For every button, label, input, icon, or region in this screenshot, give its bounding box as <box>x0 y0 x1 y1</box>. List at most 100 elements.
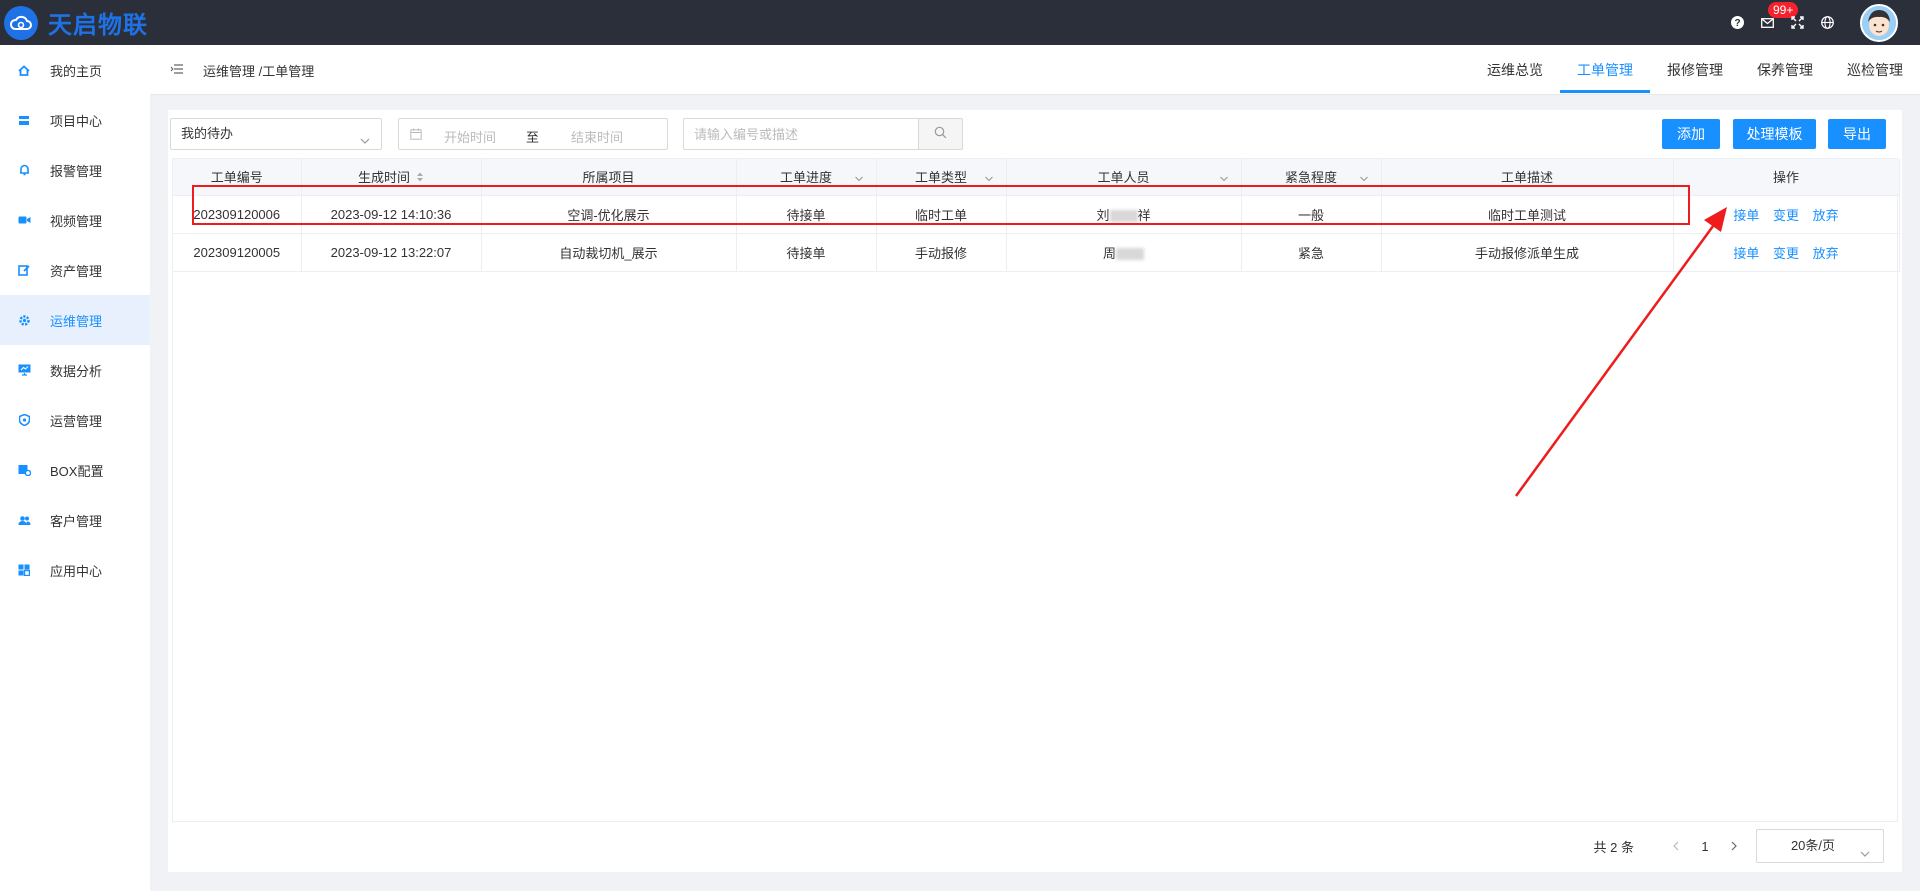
sidebar-item-analytics[interactable]: 数据分析 <box>0 345 150 395</box>
sidebar-item-home[interactable]: 我的主页 <box>0 45 150 95</box>
export-button[interactable]: 导出 <box>1828 119 1886 149</box>
sidebar-item-label: 运营管理 <box>50 413 103 429</box>
search-icon <box>934 126 947 142</box>
column-header-project: 所属项目 <box>481 159 737 196</box>
column-header-urgency[interactable]: 紧急程度 <box>1241 159 1382 196</box>
table-header-row: 工单编号 生成时间 所属项目 工单进度 工单类型 工单人员 紧急程度 工单描述 … <box>173 159 1900 196</box>
search-input[interactable] <box>683 118 919 150</box>
content-panel: 我的待办 开始时间 至 结束时间 添加 处理模板 导出 工单编号 生成时间 所属… <box>168 110 1902 872</box>
sidebar-item-box-config[interactable]: BOX配置 <box>0 445 150 495</box>
menu-fold-icon[interactable] <box>170 62 184 76</box>
sidebar-item-label: 客户管理 <box>50 513 103 529</box>
help-icon[interactable]: ? <box>1722 0 1752 45</box>
globe-icon[interactable] <box>1812 0 1842 45</box>
sidebar-item-label: 数据分析 <box>50 363 103 379</box>
prev-page-icon[interactable] <box>1662 841 1690 851</box>
tab-maintenance[interactable]: 保养管理 <box>1740 45 1830 95</box>
sidebar-item-operations[interactable]: 运维管理 <box>0 295 150 345</box>
cell-desc: 手动报修派单生成 <box>1381 233 1674 272</box>
module-tabs: 运维总览 工单管理 报修管理 保养管理 巡检管理 <box>1470 45 1920 95</box>
person-name-end: 祥 <box>1137 207 1151 223</box>
person-name-start: 刘 <box>1096 207 1110 223</box>
sidebar-item-customers[interactable]: 客户管理 <box>0 495 150 545</box>
cell-desc: 临时工单测试 <box>1381 195 1674 234</box>
app-name: 天启物联 <box>48 12 148 39</box>
bell-icon <box>17 163 31 177</box>
table-row[interactable]: 202309120005 2023-09-12 13:22:07 自动裁切机_展… <box>173 233 1900 272</box>
tab-work-orders[interactable]: 工单管理 <box>1560 45 1650 95</box>
filter-chevron-icon[interactable] <box>1359 172 1369 187</box>
abandon-link[interactable]: 放弃 <box>1813 208 1839 223</box>
tab-inspection[interactable]: 巡检管理 <box>1830 45 1920 95</box>
template-button[interactable]: 处理模板 <box>1733 119 1816 149</box>
date-range-picker[interactable]: 开始时间 至 结束时间 <box>398 118 668 150</box>
cell-actions: 接单 变更 放弃 <box>1673 233 1900 272</box>
users-icon <box>17 513 31 527</box>
column-header-person[interactable]: 工单人员 <box>1006 159 1242 196</box>
scope-select[interactable]: 我的待办 <box>170 118 382 150</box>
date-end-placeholder[interactable]: 结束时间 <box>571 127 623 146</box>
filter-chevron-icon[interactable] <box>1219 172 1229 187</box>
change-link[interactable]: 变更 <box>1773 246 1799 261</box>
table-row[interactable]: 202309120006 2023-09-12 14:10:36 空调-优化展示… <box>173 195 1900 234</box>
box-settings-icon <box>17 463 31 477</box>
search-button[interactable] <box>918 118 963 150</box>
top-bar: 天启物联 ? 99+ <box>0 0 1920 45</box>
date-separator: 至 <box>526 130 540 145</box>
fullscreen-icon[interactable] <box>1782 0 1812 45</box>
filter-chevron-icon[interactable] <box>984 172 994 187</box>
sidebar-item-label: 我的主页 <box>50 63 103 79</box>
sort-icon[interactable] <box>416 171 424 186</box>
sidebar-item-label: 视频管理 <box>50 213 103 229</box>
sidebar-item-label: 应用中心 <box>50 563 103 579</box>
cell-person: 刘祥 <box>1006 195 1242 234</box>
redacted-name-mask <box>1116 248 1144 261</box>
layers-icon <box>17 113 31 127</box>
sidebar-item-video[interactable]: 视频管理 <box>0 195 150 245</box>
column-header-type[interactable]: 工单类型 <box>876 159 1007 196</box>
column-header-progress[interactable]: 工单进度 <box>736 159 877 196</box>
cell-actions: 接单 变更 放弃 <box>1673 195 1900 234</box>
accept-link[interactable]: 接单 <box>1733 208 1759 223</box>
filter-chevron-icon[interactable] <box>854 172 864 187</box>
column-header-id: 工单编号 <box>173 159 302 196</box>
sidebar: 我的主页 项目中心 报警管理 视频管理 资产管理 运维管理 数据分析 运营管理 … <box>0 45 150 891</box>
sidebar-item-label: 运维管理 <box>50 313 103 329</box>
video-icon <box>17 213 31 227</box>
cell-urgency: 一般 <box>1241 195 1382 234</box>
accept-link[interactable]: 接单 <box>1733 246 1759 261</box>
top-actions: ? 99+ <box>1722 0 1920 45</box>
apps-icon <box>17 563 31 577</box>
next-page-icon[interactable] <box>1720 841 1748 851</box>
cell-project: 空调-优化展示 <box>481 195 737 234</box>
add-button[interactable]: 添加 <box>1662 119 1720 149</box>
tab-overview[interactable]: 运维总览 <box>1470 45 1560 95</box>
app-logo[interactable]: 天启物联 <box>0 0 160 45</box>
sidebar-item-apps[interactable]: 应用中心 <box>0 545 150 595</box>
sidebar-item-alarms[interactable]: 报警管理 <box>0 145 150 195</box>
cell-progress: 待接单 <box>736 233 877 272</box>
page-header: 运维管理 /工单管理 运维总览 工单管理 报修管理 保养管理 巡检管理 <box>150 45 1920 95</box>
abandon-link[interactable]: 放弃 <box>1813 246 1839 261</box>
redacted-name-mask <box>1109 210 1138 223</box>
mail-icon[interactable]: 99+ <box>1752 0 1799 45</box>
tab-repairs[interactable]: 报修管理 <box>1650 45 1740 95</box>
user-avatar[interactable] <box>1860 3 1898 42</box>
column-header-time[interactable]: 生成时间 <box>301 159 482 196</box>
home-icon <box>17 63 31 77</box>
page-size-value: 20条/页 <box>1790 838 1836 853</box>
change-link[interactable]: 变更 <box>1773 208 1799 223</box>
column-header-actions: 操作 <box>1673 159 1900 196</box>
sidebar-item-projects[interactable]: 项目中心 <box>0 95 150 145</box>
sidebar-item-label: BOX配置 <box>50 463 104 479</box>
gear-icon <box>17 313 31 327</box>
page-number-current[interactable]: 1 <box>1690 839 1720 854</box>
sidebar-item-assets[interactable]: 资产管理 <box>0 245 150 295</box>
scope-select-value: 我的待办 <box>181 126 234 141</box>
sidebar-item-label: 资产管理 <box>50 263 103 279</box>
page-size-select[interactable]: 20条/页 <box>1756 829 1884 863</box>
sidebar-item-operating[interactable]: 运营管理 <box>0 395 150 445</box>
sidebar-item-label: 项目中心 <box>50 113 103 129</box>
pagination: 共 2 条 1 20条/页 <box>1594 828 1884 864</box>
date-start-placeholder[interactable]: 开始时间 <box>444 127 496 146</box>
